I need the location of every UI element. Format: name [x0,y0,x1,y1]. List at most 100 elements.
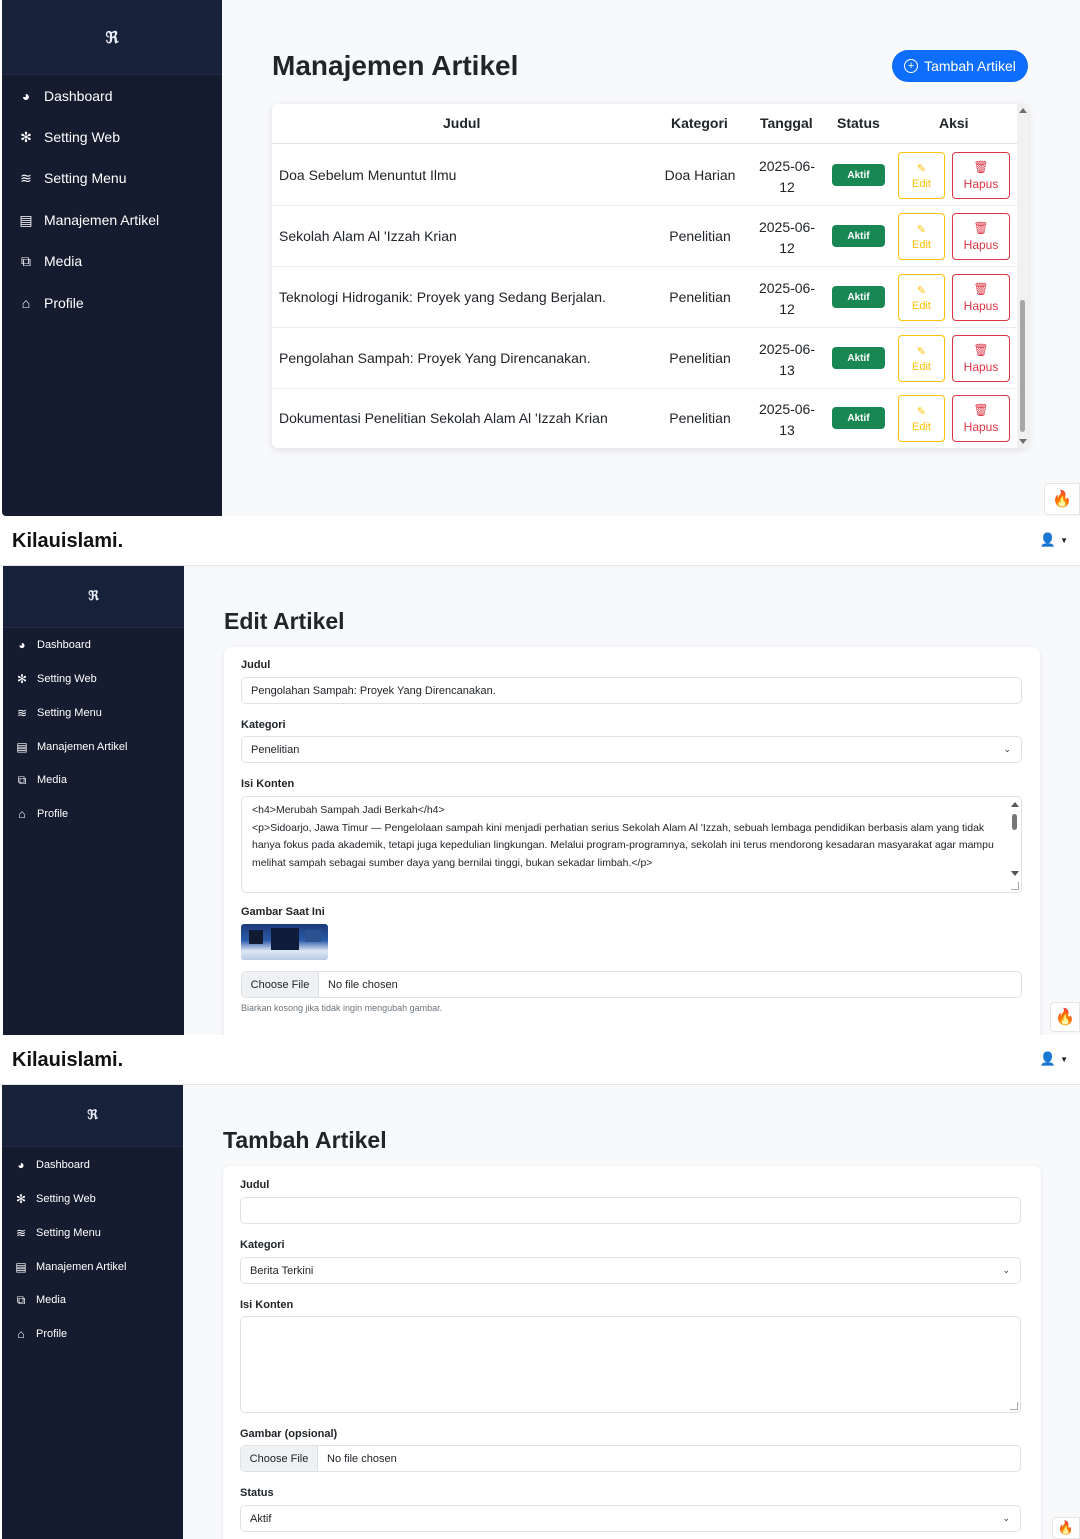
sidebar-item-dashboard[interactable]: ◕ Dashboard [2,1150,183,1180]
delete-button[interactable]: 🗑 Hapus [952,335,1010,382]
gambar-label: Gambar Saat Ini [241,906,325,918]
sidebar-item-setting-web[interactable]: ✻ Setting Web [2,117,222,157]
user-icon: 👤 [1039,1051,1057,1066]
trash-icon: 🗑 [973,403,989,417]
textarea-scrollbar[interactable] [1008,798,1020,878]
sidebar-item-profile[interactable]: ⌂ Profile [3,799,184,829]
kategori-select[interactable]: Berita Terkini ⌄ [240,1257,1021,1284]
edit-button[interactable]: ✎ Edit [898,335,945,382]
sidebar-item-media[interactable]: ⧉ Media [2,1285,183,1315]
konten-label: Isi Konten [240,1299,294,1311]
edit-button[interactable]: ✎ Edit [898,213,945,260]
delete-button[interactable]: 🗑 Hapus [952,395,1010,442]
articles-table: Judul Kategori Tanggal Status Aksi Doa S… [272,104,1028,448]
gauge-icon: ◕ [21,88,31,104]
sidebar-item-setting-menu[interactable]: ≋ Setting Menu [3,698,184,728]
newspaper-icon: ▤ [16,740,28,754]
sidebar-item-dashboard[interactable]: ◕ Dashboard [3,630,184,660]
sliders-icon: ≋ [20,169,32,186]
top-navbar: Kilauislami. 👤 ▼ [0,1035,1080,1085]
page-title: Tambah Artikel [223,1127,387,1153]
konten-label: Isi Konten [241,778,295,790]
resize-handle[interactable] [1010,1402,1018,1410]
main-content: Tambah Artikel Judul Kategori Berita Ter… [183,1085,1080,1539]
chevron-down-icon: ⌄ [1003,744,1011,754]
table-row: Doa Sebelum Menuntut Ilmu Doa Harian 202… [272,145,1017,206]
images-icon: ⧉ [17,772,27,787]
gauge-icon: ◕ [18,638,26,652]
sidebar-item-setting-web[interactable]: ✻ Setting Web [3,664,184,694]
flame-icon[interactable]: 🔥 [1052,1517,1080,1539]
resize-handle[interactable] [1011,882,1019,890]
sidebar-item-profile[interactable]: ⌂ Profile [2,1319,183,1349]
delete-button[interactable]: 🗑 Hapus [952,152,1010,199]
delete-button[interactable]: 🗑 Hapus [952,213,1010,260]
home-icon: ⌂ [21,295,31,311]
delete-button[interactable]: 🗑 Hapus [952,274,1010,321]
status-badge: Aktif [832,407,885,429]
user-menu[interactable]: 👤 ▼ [1040,532,1068,548]
sidebar-item-dashboard[interactable]: ◕ Dashboard [2,76,222,116]
konten-textarea[interactable] [240,1316,1021,1413]
status-badge: Aktif [832,225,885,247]
sidebar-item-manajemen-artikel[interactable]: ▤ Manajemen Artikel [2,1252,183,1282]
image-file-input[interactable]: Choose File No file chosen [240,1445,1021,1472]
choose-file-button[interactable]: Choose File [242,972,319,997]
sidebar-item-media[interactable]: ⧉ Media [3,765,184,795]
add-article-button[interactable]: + Tambah Artikel [892,50,1028,82]
sidebar-item-profile[interactable]: ⌂ Profile [2,283,222,323]
edit-icon: ✎ [916,284,927,297]
sidebar-item-manajemen-artikel[interactable]: ▤ Manajemen Artikel [3,732,184,762]
choose-file-button[interactable]: Choose File [241,1446,318,1471]
brand-logo[interactable]: Kilauislami. [12,1049,123,1072]
judul-input[interactable]: Pengolahan Sampah: Proyek Yang Direncana… [241,677,1022,704]
kategori-label: Kategori [240,1239,285,1251]
image-help-text: Biarkan kosong jika tidak ingin mengubah… [241,1003,443,1013]
scroll-thumb[interactable] [1020,300,1025,432]
home-icon: ⌂ [18,807,26,821]
judul-label: Judul [241,659,271,671]
sliders-icon: ≋ [16,706,28,720]
sidebar-item-setting-menu[interactable]: ≋ Setting Menu [2,158,222,198]
kategori-label: Kategori [241,719,286,731]
sidebar-logo[interactable]: ℜ [3,566,184,628]
scroll-down-arrow[interactable] [1019,439,1027,444]
current-image-thumbnail [241,924,328,960]
sliders-icon: ≋ [15,1226,27,1240]
judul-input[interactable] [240,1197,1021,1224]
table-row: Teknologi Hidroganik: Proyek yang Sedang… [272,267,1017,328]
chevron-down-icon: ⌄ [1002,1265,1010,1275]
sidebar: ℜ ◕ Dashboard ✻ Setting Web ≋ Setting Menu … [2,1085,183,1539]
brand-logo[interactable]: Kilauislami. [12,530,123,553]
add-article-screen: Kilauislami. 👤 ▼ ℜ ◕ Dashboard ✻ Setting We… [0,1035,1080,1539]
konten-textarea[interactable]: <h4>Merubah Sampah Jadi Berkah</h4> <p>S… [241,796,1022,893]
flame-icon[interactable]: 🔥 [1044,483,1080,515]
gear-icon: ✻ [20,128,32,145]
page-title: Manajemen Artikel [272,50,519,81]
images-icon: ⧉ [16,1292,26,1307]
flame-icon[interactable]: 🔥 [1050,1002,1080,1032]
sidebar-item-manajemen-artikel[interactable]: ▤ Manajemen Artikel [2,200,222,240]
status-select[interactable]: Aktif ⌄ [240,1505,1021,1532]
main-content: Edit Artikel Judul Pengolahan Sampah: Pr… [184,566,1080,1035]
sidebar-item-setting-web[interactable]: ✻ Setting Web [2,1184,183,1214]
table-scrollbar[interactable] [1017,104,1028,448]
kategori-select[interactable]: Penelitian ⌄ [241,736,1022,763]
sidebar-logo[interactable]: ℜ [2,1085,183,1147]
edit-button[interactable]: ✎ Edit [898,395,945,442]
sidebar-logo[interactable]: ℜ [2,0,222,75]
edit-button[interactable]: ✎ Edit [898,152,945,199]
home-icon: ⌂ [17,1327,25,1341]
image-file-input[interactable]: Choose File No file chosen [241,971,1022,998]
caret-down-icon: ▼ [1060,1054,1068,1064]
gear-icon: ✻ [16,672,28,686]
scroll-up-arrow[interactable] [1019,108,1027,113]
user-menu[interactable]: 👤 ▼ [1040,1051,1068,1067]
sidebar-item-setting-menu[interactable]: ≋ Setting Menu [2,1218,183,1248]
top-navbar: Kilauislami. 👤 ▼ [0,516,1080,566]
edit-button[interactable]: ✎ Edit [898,274,945,321]
sidebar-item-media[interactable]: ⧉ Media [2,241,222,281]
caret-down-icon: ▼ [1060,535,1068,545]
edit-icon: ✎ [916,162,927,175]
add-article-form: Judul Kategori Berita Terkini ⌄ Isi Konte… [223,1166,1041,1539]
